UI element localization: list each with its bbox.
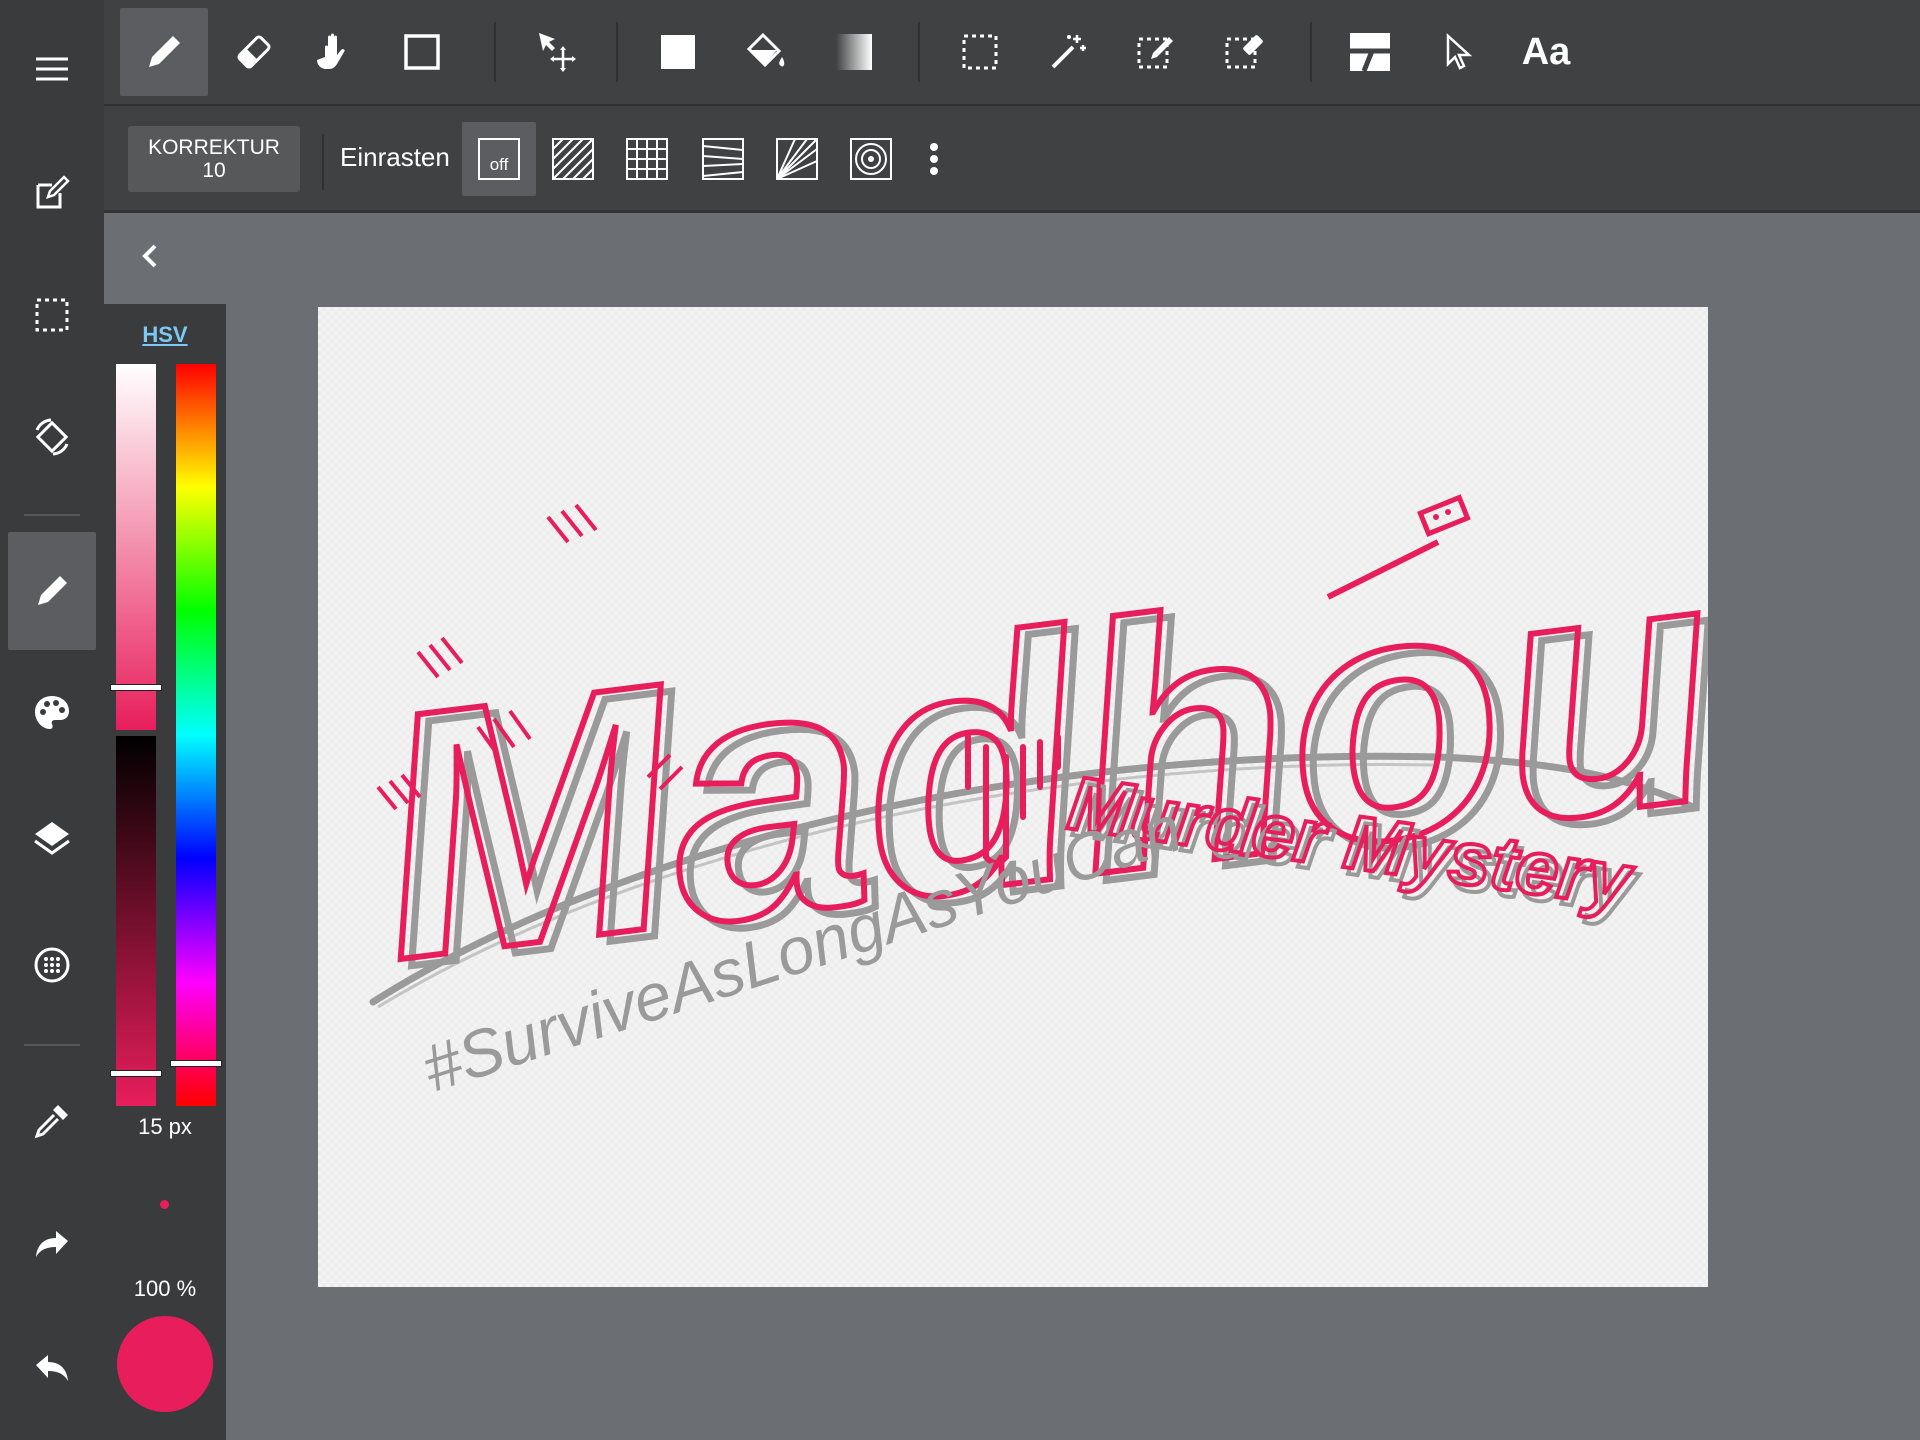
menu-icon[interactable] <box>8 10 96 128</box>
collapse-panel-icon[interactable] <box>130 236 170 276</box>
correction-value: 10 <box>202 159 226 182</box>
rotate-canvas-icon[interactable] <box>8 378 96 496</box>
toolbar-divider <box>494 22 496 82</box>
snap-circle-icon[interactable] <box>834 122 908 196</box>
toolbar-divider <box>616 22 618 82</box>
select-eraser-tool-icon[interactable] <box>1200 8 1288 96</box>
pointer-tool-icon[interactable] <box>1414 8 1502 96</box>
shape-tool-icon[interactable] <box>378 8 466 96</box>
saturation-thumb[interactable] <box>110 684 162 691</box>
hue-thumb[interactable] <box>170 1060 222 1067</box>
selection-icon[interactable] <box>8 256 96 374</box>
panel-tool-icon[interactable] <box>1326 8 1414 96</box>
redo-icon[interactable] <box>8 1186 96 1304</box>
correction-label: KORREKTUR <box>148 136 280 159</box>
top-toolbar: Aa <box>104 0 1920 106</box>
snap-parallel-lines-icon[interactable] <box>536 122 610 196</box>
snap-grid-icon[interactable] <box>610 122 684 196</box>
gradient-tool-icon[interactable] <box>810 8 898 96</box>
tool-options-bar: KORREKTUR 10 Einrasten off <box>104 106 1920 213</box>
options-divider <box>322 134 324 190</box>
snap-perspective-icon[interactable] <box>686 122 760 196</box>
palette-icon[interactable] <box>8 654 96 772</box>
drawing-canvas[interactable]: Madhouse Madhouse Murder Mystery Murder … <box>318 307 1708 1287</box>
snap-off-label: off <box>490 155 509 174</box>
brush-tool-icon[interactable] <box>120 8 208 96</box>
text-tool[interactable]: Aa <box>1502 8 1590 96</box>
eraser-tool-icon[interactable] <box>210 8 298 96</box>
move-tool-icon[interactable] <box>514 8 602 96</box>
layers-icon[interactable] <box>8 778 96 896</box>
brush-size-preview <box>160 1200 169 1209</box>
value-thumb[interactable] <box>110 1070 162 1077</box>
select-rect-tool-icon[interactable] <box>936 8 1024 96</box>
saturation-slider[interactable] <box>116 364 156 730</box>
canvas-artwork: Madhouse Madhouse Murder Mystery Murder … <box>353 432 1708 1106</box>
rail-divider <box>24 514 80 516</box>
eyedropper-icon[interactable] <box>8 1062 96 1180</box>
color-mode-link[interactable]: HSV <box>104 322 226 348</box>
bucket-tool-icon[interactable] <box>722 8 810 96</box>
undo-icon[interactable] <box>8 1310 96 1428</box>
snap-radial-icon[interactable] <box>760 122 834 196</box>
correction-button[interactable]: KORREKTUR 10 <box>128 126 300 192</box>
color-panel: HSV 15 px 100 % <box>104 304 226 1440</box>
svg-text:Madhouse: Madhouse <box>356 435 1708 1034</box>
more-options-icon[interactable] <box>914 122 954 196</box>
edit-canvas-icon[interactable] <box>8 134 96 252</box>
hue-slider[interactable] <box>176 364 216 1106</box>
text-tool-label: Aa <box>1521 30 1571 73</box>
opacity-value[interactable]: 100 % <box>104 1276 226 1302</box>
toolbar-divider <box>1310 22 1312 82</box>
material-icon[interactable] <box>8 906 96 1024</box>
brush-size-value[interactable]: 15 px <box>104 1114 226 1140</box>
snap-label: Einrasten <box>340 142 450 172</box>
title-lettering: Madhouse Madhouse <box>353 432 1708 1044</box>
rail-divider <box>24 1044 80 1046</box>
snap-off-button[interactable]: off <box>462 122 536 196</box>
select-pen-tool-icon[interactable] <box>1112 8 1200 96</box>
current-color-swatch[interactable] <box>117 1316 213 1412</box>
brush-panel-icon[interactable] <box>8 532 96 650</box>
fill-rect-tool-icon[interactable] <box>634 8 722 96</box>
left-rail <box>0 0 104 1440</box>
value-slider[interactable] <box>116 736 156 1106</box>
hand-tool-icon[interactable] <box>294 8 382 96</box>
toolbar-divider <box>918 22 920 82</box>
magic-wand-tool-icon[interactable] <box>1024 8 1112 96</box>
